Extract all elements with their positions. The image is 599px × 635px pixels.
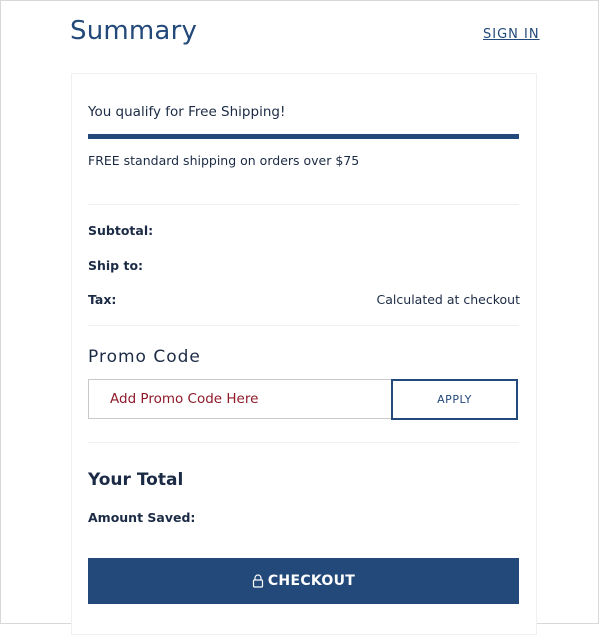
your-total-heading: Your Total bbox=[88, 470, 184, 490]
page-title: Summary bbox=[70, 16, 198, 46]
apply-promo-button[interactable]: APPLY bbox=[391, 379, 518, 420]
checkout-button[interactable]: CHECKOUT bbox=[88, 558, 519, 604]
summary-panel: Summary SIGN IN You qualify for Free Shi… bbox=[0, 0, 599, 635]
tax-label: Tax: bbox=[88, 292, 117, 307]
subtotal-label: Subtotal: bbox=[88, 223, 154, 238]
divider bbox=[88, 325, 519, 326]
divider bbox=[88, 204, 519, 205]
free-shipping-note: FREE standard shipping on orders over $7… bbox=[88, 153, 360, 168]
lock-icon bbox=[252, 574, 263, 588]
amount-saved-label: Amount Saved: bbox=[88, 510, 196, 525]
free-shipping-progress-fill bbox=[88, 134, 519, 139]
sign-in-link[interactable]: SIGN IN bbox=[483, 27, 540, 42]
order-summary-card: You qualify for Free Shipping! FREE stan… bbox=[71, 73, 537, 635]
divider bbox=[88, 442, 519, 443]
tax-value: Calculated at checkout bbox=[376, 292, 520, 307]
free-shipping-progress-bar bbox=[88, 134, 519, 139]
promo-code-input[interactable] bbox=[88, 379, 391, 419]
checkout-label: CHECKOUT bbox=[267, 573, 356, 589]
free-shipping-message: You qualify for Free Shipping! bbox=[88, 104, 286, 120]
ship-to-label: Ship to: bbox=[88, 258, 144, 273]
promo-code-heading: Promo Code bbox=[88, 347, 201, 367]
